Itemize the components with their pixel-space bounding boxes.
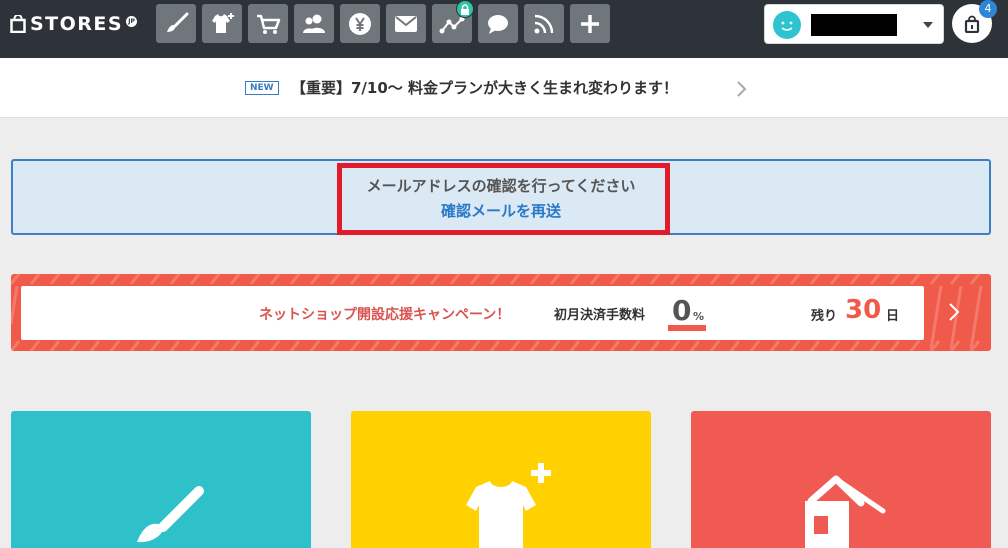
logo-suffix: JP [126, 15, 138, 27]
highlight-box [337, 163, 670, 235]
campaign-content: ネットショップ開設応援キャンペーン！ 初月決済手数料 0 % 残り 30 日 [21, 286, 924, 340]
nav-messages-button[interactable] [386, 4, 426, 43]
logo-text: STORES [30, 13, 124, 35]
tile-design[interactable] [11, 411, 311, 548]
account-name-redacted [811, 14, 897, 36]
shirt-plus-icon [466, 463, 551, 548]
announcement-text[interactable]: 【重要】7/10～ 料金プランが大きく生まれ変わります！ [291, 77, 678, 98]
announcement-bar[interactable]: NEW 【重要】7/10～ 料金プランが大きく生まれ変わります！ [0, 58, 1008, 118]
users-icon [303, 14, 325, 33]
stores-logo[interactable]: STORES JP [10, 11, 138, 37]
brush-icon [167, 12, 189, 32]
nav-customers-button[interactable] [294, 4, 334, 43]
chevron-down-icon [923, 22, 933, 28]
chevron-right-icon[interactable] [736, 80, 748, 98]
remaining-days: 30 [845, 295, 882, 325]
rss-icon [534, 14, 554, 33]
yen-icon [349, 12, 371, 35]
smile-icon [781, 21, 793, 31]
fee-value: 0 [672, 294, 692, 327]
chevron-right-icon[interactable] [948, 302, 960, 322]
account-menu[interactable] [764, 4, 944, 44]
bag-icon [10, 15, 26, 33]
campaign-banner[interactable]: ネットショップ開設応援キャンペーン！ 初月決済手数料 0 % 残り 30 日 [11, 274, 991, 351]
notification-count-badge: 4 [979, 0, 997, 18]
chat-icon [488, 14, 508, 34]
cart-icon [257, 14, 281, 34]
fee-label: 初月決済手数料 [554, 308, 646, 323]
nav-add-button[interactable] [570, 4, 610, 43]
brush-icon [137, 486, 204, 543]
tile-store[interactable] [691, 411, 991, 548]
nav-analytics-button[interactable] [432, 0, 474, 43]
campaign-title: ネットショップ開設応援キャンペーン！ [259, 307, 511, 323]
nav-orders-button[interactable] [248, 4, 288, 43]
nav-blog-button[interactable] [524, 4, 564, 43]
remaining-unit: 日 [886, 309, 900, 324]
plus-icon [581, 14, 599, 33]
avatar [773, 11, 801, 39]
remaining-label: 残り [811, 309, 838, 324]
fee-unit: % [693, 310, 705, 323]
nav-reviews-button[interactable] [478, 4, 518, 43]
house-icon [805, 475, 886, 548]
new-badge: NEW [245, 81, 279, 95]
lock-icon [456, 0, 474, 18]
bag-icon [964, 15, 980, 33]
nav-sales-button[interactable] [340, 4, 380, 43]
nav-items-button[interactable] [202, 4, 242, 43]
mail-icon [395, 15, 417, 32]
nav-design-button[interactable] [156, 4, 196, 43]
top-bar: STORES JP 4 [0, 0, 1008, 58]
tile-items[interactable] [351, 411, 651, 548]
shirt-plus-icon [212, 12, 234, 33]
